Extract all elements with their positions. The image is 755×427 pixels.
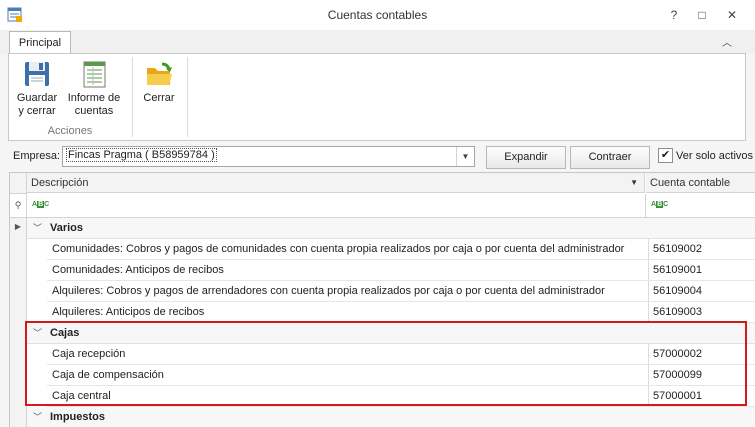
ribbon-separator [132,57,133,137]
spreadsheet-report-icon [80,60,108,88]
row-descripcion: Comunidades: Cobros y pagos de comunidad… [52,243,625,255]
sort-down-icon[interactable]: ▼ [630,173,638,193]
group-row-varios[interactable]: ﹀ Varios [27,218,755,239]
report-label-2: cuentas [74,105,114,117]
close-button[interactable]: Cerrar [138,58,180,122]
text-filter-icon: ABC [651,201,669,208]
row-descripcion: Comunidades: Anticipos de recibos [52,264,224,276]
empresa-value: Fincas Pragma ( B58959784 ) [66,148,217,162]
row-descripcion: Alquileres: Anticipos de recibos [52,306,205,318]
group-name: Varios [50,222,84,234]
report-label-1: Informe de [67,92,121,104]
expand-button[interactable]: Expandir [486,146,566,169]
text-filter-icon: ABC [32,201,50,208]
close-icon[interactable]: ✕ [722,6,742,24]
folder-open-icon [144,60,174,88]
descripcion-header-label: Descripción [31,177,89,189]
column-header-descripcion[interactable]: Descripción ▼ [27,173,645,193]
solo-activos-checkbox[interactable]: ✔ [658,148,673,163]
group-indent [27,239,47,323]
save-close-button[interactable]: Guardar y cerrar [13,58,61,122]
column-header-cuenta[interactable]: Cuenta contable [646,173,755,193]
solo-activos-label: Ver solo activos [676,150,754,162]
maximize-icon[interactable]: □ [692,6,712,24]
table-row[interactable]: Comunidades: Anticipos de recibos 561090… [47,260,755,281]
row-cuenta: 56109002 [648,239,755,259]
chevron-down-icon[interactable]: ▼ [456,147,474,166]
save-close-label-1: Guardar [16,92,58,104]
save-close-label-2: y cerrar [18,105,56,117]
table-row[interactable]: Comunidades: Cobros y pagos de comunidad… [47,239,755,260]
floppy-disk-icon [23,60,51,88]
current-row-indicator-icon: ▶ [14,222,22,231]
row-cuenta: 56109004 [648,281,755,301]
row-descripcion: Alquileres: Cobros y pagos de arrendador… [52,285,605,297]
window-title: Cuentas contables [327,8,428,22]
chevron-down-icon[interactable]: ﹀ [33,407,42,427]
ribbon-group-acciones: Acciones [47,125,93,137]
chevron-up-icon[interactable]: ︿ [719,34,735,50]
filter-cuenta[interactable]: ABC [646,194,755,218]
help-icon[interactable]: ? [664,6,684,24]
group-name: Impuestos [50,411,106,423]
group-row-impuestos[interactable]: ﹀ Impuestos [27,407,755,427]
empresa-select[interactable]: Fincas Pragma ( B58959784 ) ▼ [62,146,475,167]
report-accounts-button[interactable]: Informe de cuentas [65,58,123,122]
row-cuenta: 56109001 [648,260,755,280]
table-row[interactable]: Alquileres: Cobros y pagos de arrendador… [47,281,755,302]
highlight-box [25,321,747,406]
row-cuenta: 56109003 [648,302,755,322]
collapse-button[interactable]: Contraer [570,146,650,169]
chevron-down-icon[interactable]: ﹀ [33,218,42,238]
empresa-label: Empresa: [13,150,61,162]
table-row[interactable]: Alquileres: Anticipos de recibos 5610900… [47,302,755,323]
filter-descripcion[interactable]: ABC [27,194,646,218]
tab-principal[interactable]: Principal [9,31,71,55]
close-label: Cerrar [143,92,175,104]
row-indicator-header [10,173,27,194]
ribbon-separator [187,57,188,137]
filter-pin-icon[interactable]: ⚲ [10,194,27,218]
ribbon-tab-strip [0,30,755,54]
